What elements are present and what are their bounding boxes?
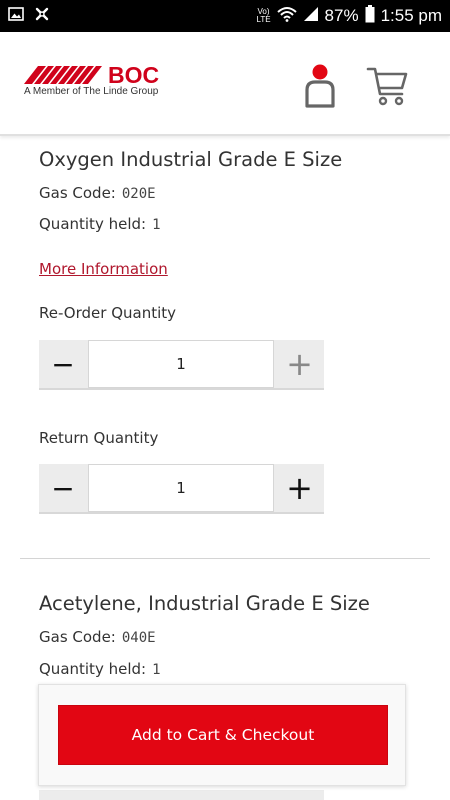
wifi-icon	[276, 6, 297, 27]
product-divider	[20, 558, 430, 559]
status-bar: Vo) LTE 87% 1:55 pm	[0, 0, 450, 32]
peek-quantity-stepper[interactable]	[39, 790, 324, 800]
reorder-quantity-stepper: − 1 +	[39, 340, 324, 390]
gas-code-value: 040E	[121, 630, 156, 646]
return-quantity-stepper: − 1 +	[39, 464, 324, 514]
user-icon	[305, 64, 335, 108]
more-info-row: More Information	[39, 259, 168, 278]
signal-icon	[303, 6, 319, 27]
return-decrement-button[interactable]: −	[39, 464, 87, 512]
quantity-held-value: 1	[152, 662, 161, 678]
product-card: Oxygen Industrial Grade E Size	[39, 148, 342, 171]
brand-subtitle: A Member of The Linde Group	[24, 86, 159, 97]
volte-indicator: Vo) LTE	[256, 7, 271, 24]
quantity-held-label: Quantity held:	[39, 660, 147, 678]
battery-icon	[365, 4, 375, 28]
reorder-label-row: Re-Order Quantity	[39, 303, 176, 322]
gas-code-row: Gas Code: 020E	[39, 184, 156, 202]
app-header: BOC A Member of The Linde Group	[0, 32, 450, 136]
sync-icon	[34, 6, 50, 27]
more-information-link[interactable]: More Information	[39, 260, 168, 278]
reorder-quantity-label: Re-Order Quantity	[39, 304, 177, 322]
gas-code-row: Gas Code: 040E	[39, 628, 156, 646]
battery-percent: 87%	[324, 6, 359, 25]
return-increment-button[interactable]: +	[275, 464, 324, 512]
cart-icon	[366, 67, 408, 106]
status-left-icons	[8, 6, 50, 27]
status-right-icons: Vo) LTE 87% 1:55 pm	[256, 4, 442, 28]
reorder-increment-button[interactable]: +	[275, 340, 324, 388]
product-title: Acetylene, Industrial Grade E Size	[39, 592, 370, 615]
quantity-held-row: Quantity held: 1	[39, 215, 161, 233]
return-label-row: Return Quantity	[39, 428, 158, 447]
boc-logo-stripes	[24, 66, 102, 84]
boc-logo[interactable]: BOC A Member of The Linde Group	[24, 62, 169, 102]
quantity-held-row: Quantity held: 1	[39, 660, 161, 678]
brand-name: BOC	[108, 62, 160, 88]
clock-time: 1:55 pm	[380, 6, 442, 25]
return-quantity-label: Return Quantity	[39, 429, 159, 447]
quantity-held-value: 1	[152, 217, 161, 233]
cart-button[interactable]	[366, 66, 408, 106]
product-list: Oxygen Industrial Grade E Size Gas Code:…	[0, 136, 450, 800]
gas-code-label: Gas Code:	[39, 184, 116, 202]
product-card: Acetylene, Industrial Grade E Size	[39, 592, 370, 615]
reorder-quantity-input[interactable]: 1	[88, 340, 274, 388]
reorder-decrement-button[interactable]: −	[39, 340, 87, 388]
return-quantity-input[interactable]: 1	[88, 464, 274, 512]
gas-code-value: 020E	[121, 186, 156, 202]
gallery-icon	[8, 6, 24, 26]
account-button[interactable]	[300, 64, 340, 108]
checkout-panel: Add to Cart & Checkout	[38, 684, 406, 786]
gas-code-label: Gas Code:	[39, 628, 116, 646]
add-to-cart-checkout-button[interactable]: Add to Cart & Checkout	[58, 705, 388, 765]
product-title: Oxygen Industrial Grade E Size	[39, 148, 343, 171]
quantity-held-label: Quantity held:	[39, 215, 147, 233]
